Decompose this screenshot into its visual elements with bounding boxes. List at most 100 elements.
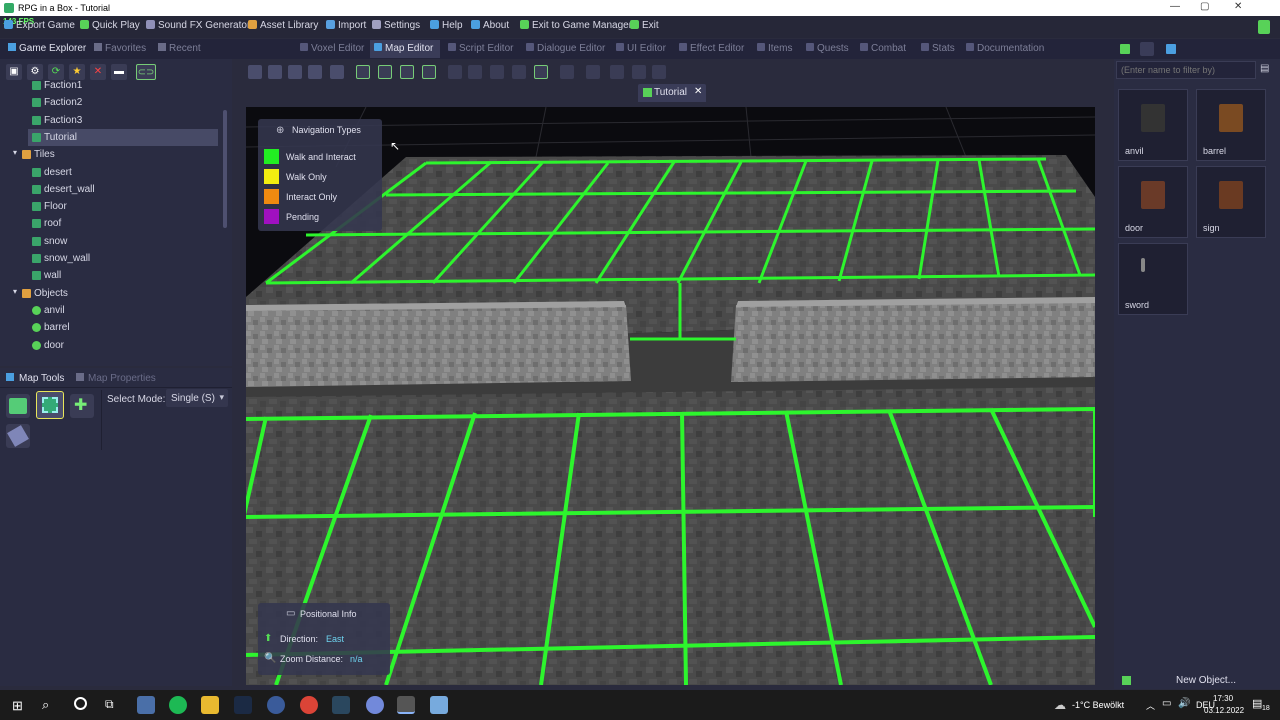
toolbar-button-9[interactable] [448,65,462,79]
start-icon[interactable]: ⊞ [12,698,23,714]
tab-dialogue-editor[interactable]: Dialogue Editor [526,43,605,54]
tab-voxel-editor[interactable]: Voxel Editor [300,43,364,54]
menu-right-icon[interactable] [1258,20,1270,34]
select-tool[interactable] [36,391,64,419]
rpg-in-a-box-icon[interactable] [397,696,415,714]
tree-item[interactable]: wall [0,267,222,284]
toolbar-button-3[interactable] [308,65,322,79]
close-icon[interactable]: ✕ [1234,1,1242,12]
tab-ui-editor[interactable]: UI Editor [616,43,666,54]
tiles-tab-icon[interactable] [1120,44,1130,54]
tab-game-explorer[interactable]: Game Explorer [8,43,86,54]
object-card-barrel[interactable]: barrel [1196,89,1266,161]
object-card-sword[interactable]: sword [1118,243,1188,315]
tree-item[interactable]: Faction1 [0,77,222,94]
object-card-door[interactable]: door [1118,166,1188,238]
cortana-icon[interactable] [74,697,87,710]
tree-item[interactable]: desert [0,164,222,181]
menu-asset-library[interactable]: Asset Library [248,20,318,31]
tree-scrollbar[interactable] [223,110,227,228]
steam-icon-2[interactable] [332,696,350,714]
menu-help[interactable]: Help [430,20,463,31]
menu-settings[interactable]: Settings [372,20,420,31]
tab-script-editor[interactable]: Script Editor [448,43,513,54]
steam-icon[interactable] [234,696,252,714]
menu-export-game[interactable]: Export Game [4,20,75,31]
menu-sound-fx-generator[interactable]: Sound FX Generator [146,20,250,31]
chevron-down-icon[interactable]: ▾ [13,148,17,157]
map-tools-tab[interactable]: Map Tools [19,373,64,384]
menu-exit-to-game-manager[interactable]: Exit to Game Manager [520,20,632,31]
tree-item[interactable]: ▾ Objects [0,285,222,302]
toolbar-button-2[interactable] [288,65,302,79]
toolbar-button-13[interactable] [534,65,548,79]
toolbar-button-7[interactable] [400,65,414,79]
spotify-icon[interactable] [169,696,187,714]
tab-quests[interactable]: Quests [806,43,849,54]
notification-icon[interactable]: ▤ [1252,697,1262,710]
discord-icon[interactable] [366,696,384,714]
toolbar-button-10[interactable] [468,65,482,79]
close-tab-icon[interactable]: ✕ [694,86,702,97]
weather-text[interactable]: -1°C Bewölkt [1072,700,1124,710]
toolbar-button-15[interactable] [586,65,600,79]
object-card-sign[interactable]: sign [1196,166,1266,238]
toolbar-button-8[interactable] [422,65,436,79]
task-view-icon[interactable]: ⧉ [105,697,114,712]
menu-import[interactable]: Import [326,20,366,31]
tree-item[interactable]: ▾ Tiles [0,146,222,163]
objects-tab-icon[interactable] [1140,42,1154,56]
toolbar-button-1[interactable] [268,65,282,79]
tree-item[interactable]: snow_wall [0,250,222,267]
volume-icon[interactable]: 🔊 [1178,698,1190,709]
paint-tile-tool[interactable] [6,394,30,418]
tab-map-editor[interactable]: Map Editor [374,43,433,54]
map-properties-tab[interactable]: Map Properties [88,373,156,384]
network-icon[interactable]: ▭ [1162,698,1171,709]
toolbar-button-11[interactable] [490,65,504,79]
sort-icon[interactable]: ▤ [1260,63,1269,74]
clock-date[interactable]: 03.12.2022 [1204,706,1244,715]
tab-favorites[interactable]: Favorites [94,43,146,54]
tab-documentation[interactable]: Documentation [966,43,1044,54]
menu-quick-play[interactable]: Quick Play [80,20,140,31]
tree-item[interactable]: door [0,337,222,354]
tree-item[interactable]: desert_wall [0,181,222,198]
maximize-icon[interactable]: ▢ [1200,1,1209,12]
menu-about[interactable]: About [471,20,509,31]
toolbar-button-18[interactable] [652,65,666,79]
tree-item[interactable]: Faction2 [0,94,222,111]
tab-effect-editor[interactable]: Effect Editor [679,43,744,54]
object-card-anvil[interactable]: anvil [1118,89,1188,161]
search-icon[interactable]: ⌕ [42,697,49,713]
tray-chevron-icon[interactable]: ︿ [1146,699,1155,712]
notes-icon[interactable] [430,696,448,714]
chevron-down-icon[interactable]: ▾ [13,287,17,296]
move-tool[interactable]: ✚ [70,394,94,418]
tree-item[interactable]: snow [0,233,222,250]
toolbar-button-0[interactable] [248,65,262,79]
toolbar-button-16[interactable] [610,65,624,79]
app-icon-2[interactable] [267,696,285,714]
filter-input[interactable] [1116,61,1256,79]
toolbar-button-4[interactable] [330,65,344,79]
tab-recent[interactable]: Recent [158,43,201,54]
tab-items[interactable]: Items [757,43,792,54]
toolbar-button-6[interactable] [378,65,392,79]
toolbar-button-5[interactable] [356,65,370,79]
chrome-icon[interactable] [300,696,318,714]
new-object-button[interactable]: New Object... [1116,672,1278,690]
map-document-tab[interactable]: Tutorial ✕ [638,84,706,102]
toolbar-button-17[interactable] [632,65,646,79]
characters-tab-icon[interactable] [1166,44,1176,54]
toolbar-button-14[interactable] [560,65,574,79]
map-viewport[interactable]: ⊕ Navigation Types Walk and Interact Walk… [246,107,1095,685]
toolbar-button-12[interactable] [512,65,526,79]
menu-exit[interactable]: Exit [630,20,659,31]
explorer-icon[interactable] [201,696,219,714]
tree-item[interactable]: Faction3 [0,112,222,129]
tree-item[interactable]: Tutorial [28,128,218,146]
minimize-icon[interactable]: — [1170,1,1180,12]
clock-time[interactable]: 17:30 [1213,694,1233,703]
eraser-tool[interactable] [6,424,30,448]
